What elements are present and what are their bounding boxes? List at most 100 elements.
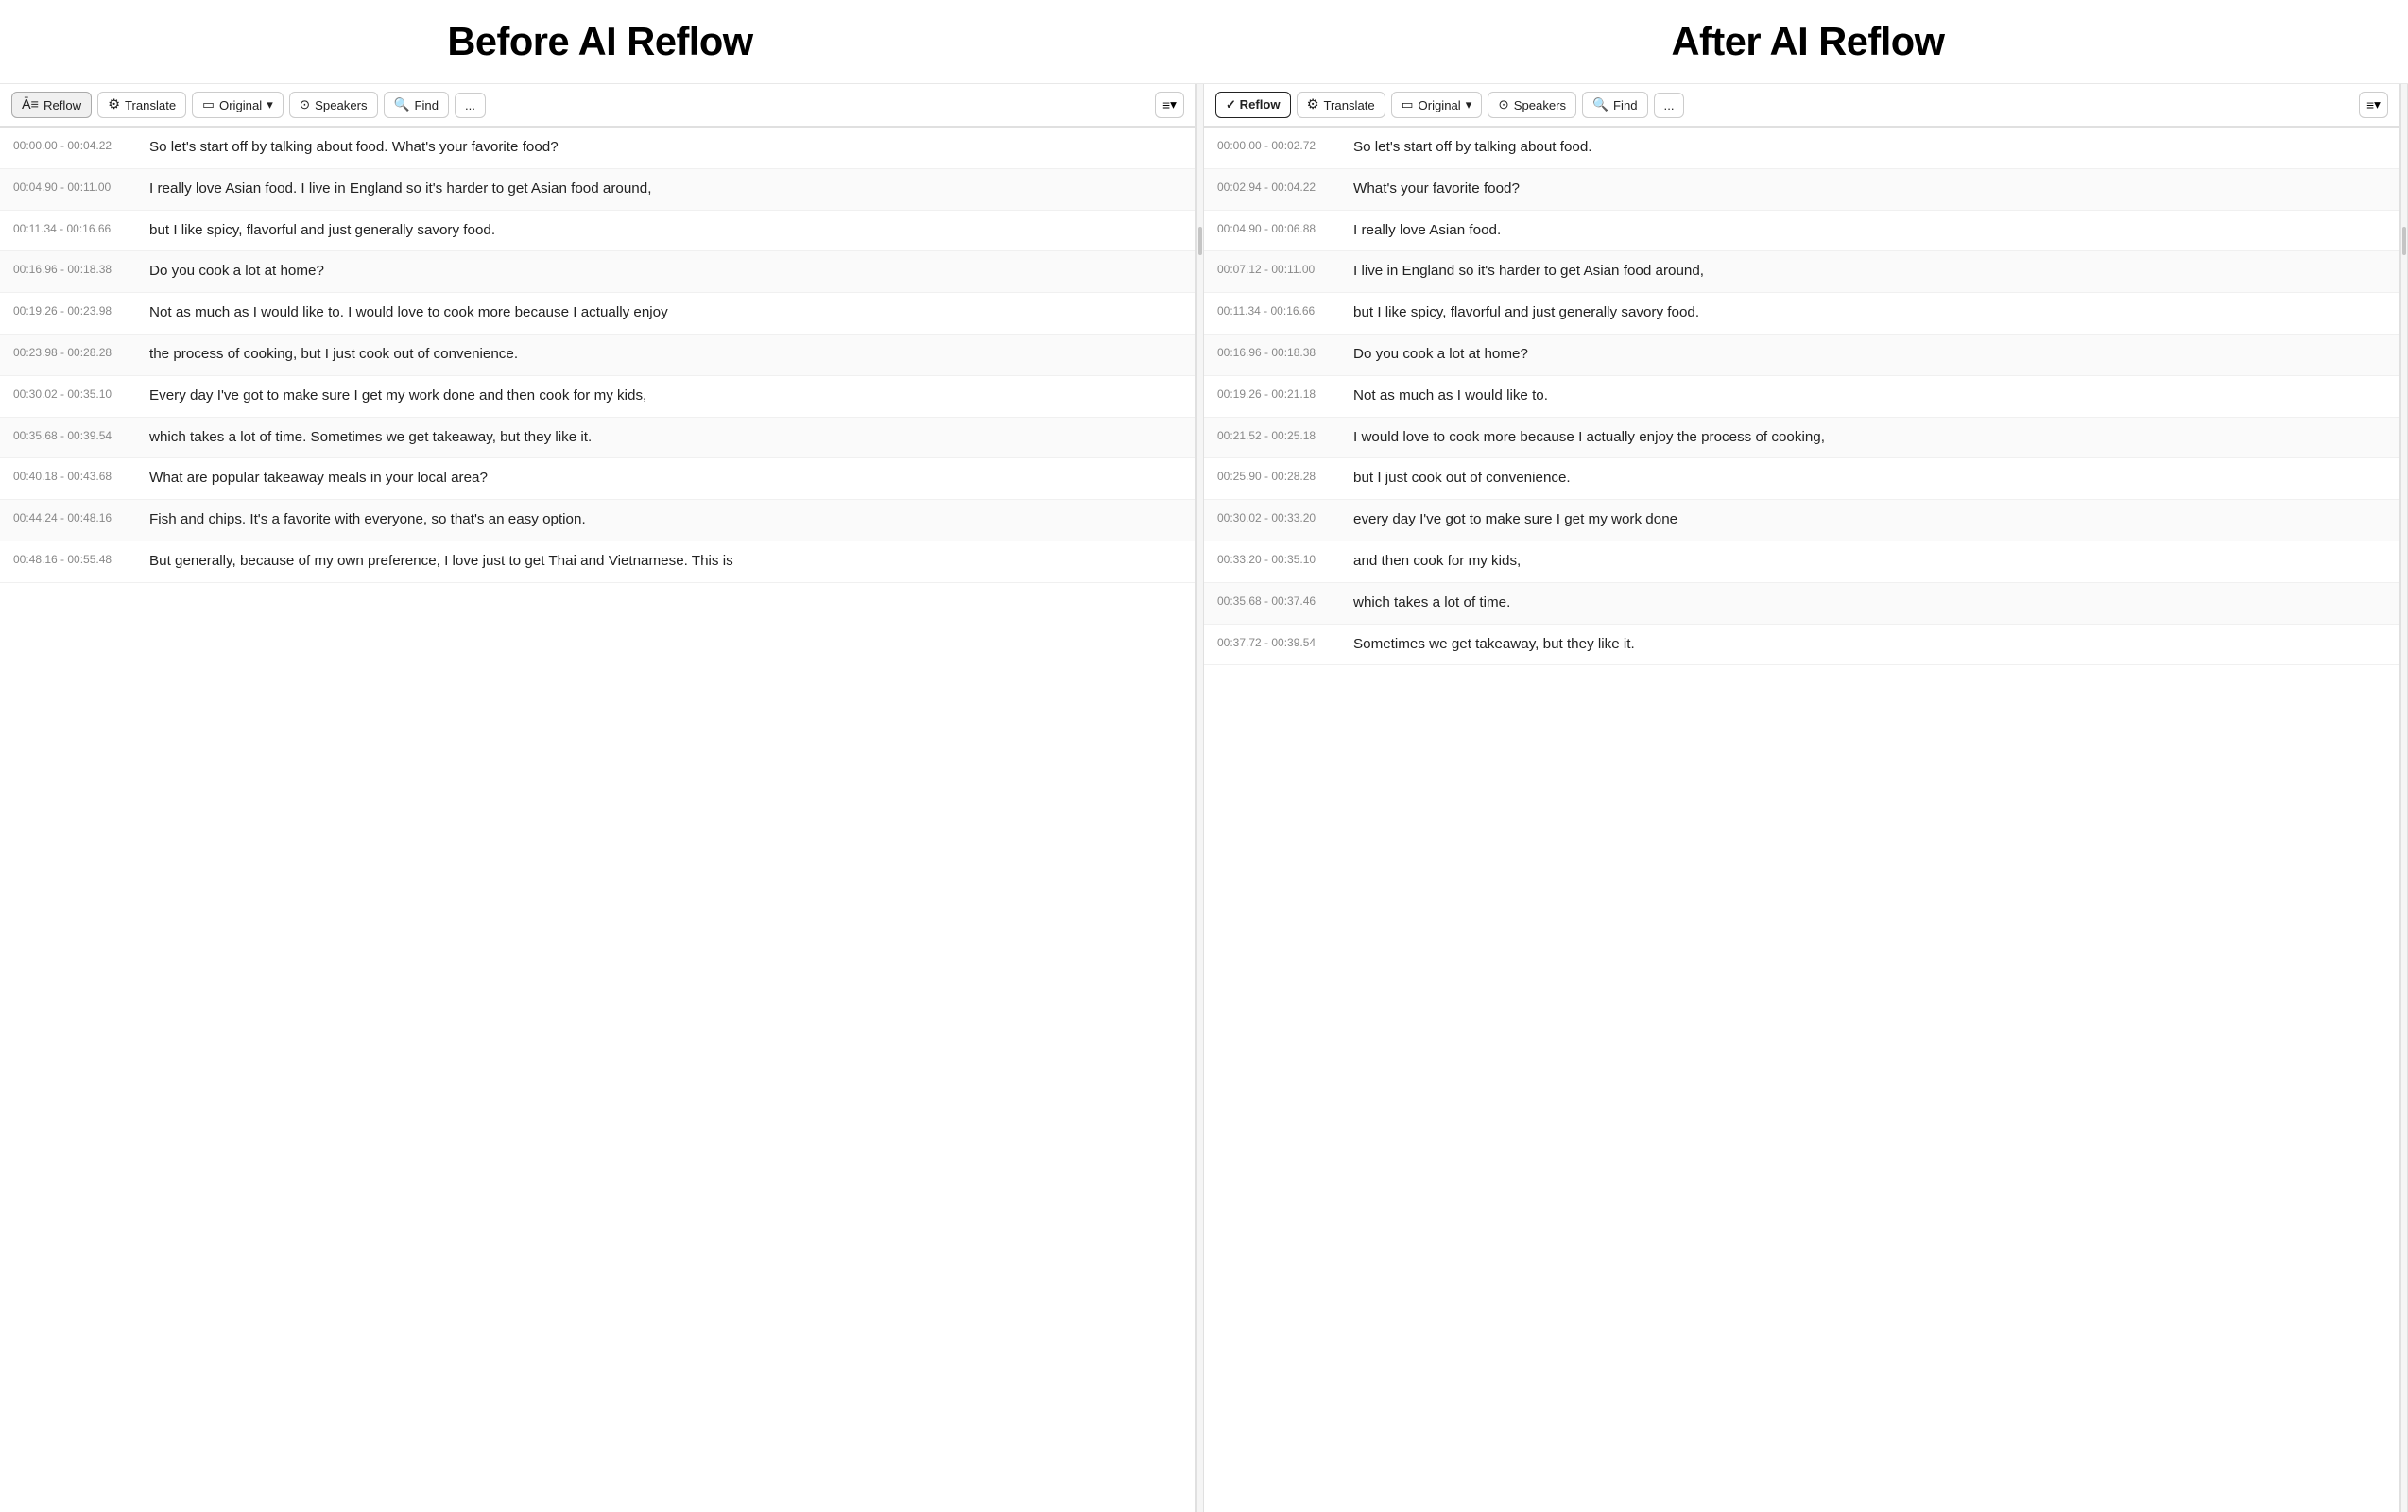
scrollbar-thumb: [1198, 227, 1202, 255]
before-scrollbar[interactable]: [1196, 84, 1204, 1512]
transcript-text: So let's start off by talking about food…: [149, 137, 559, 159]
translate-icon: ⚙: [108, 97, 120, 112]
before-original-button[interactable]: ▭ Original ▾: [192, 92, 284, 118]
transcript-text: But generally, because of my own prefere…: [149, 551, 733, 573]
after-original-button[interactable]: ▭ Original ▾: [1391, 92, 1483, 118]
after-transcript-area[interactable]: 00:00.00 - 00:02.72 So let's start off b…: [1204, 128, 2399, 1512]
timestamp: 00:19.26 - 00:23.98: [13, 302, 136, 318]
timestamp: 00:04.90 - 00:11.00: [13, 179, 136, 194]
transcript-text: but I like spicy, flavorful and just gen…: [149, 220, 495, 242]
timestamp: 00:40.18 - 00:43.68: [13, 468, 136, 483]
transcript-text: but I like spicy, flavorful and just gen…: [1353, 302, 1699, 324]
transcript-text: Sometimes we get takeaway, but they like…: [1353, 634, 1635, 656]
after-view-button[interactable]: ≡ ▾: [2359, 92, 2388, 118]
transcript-text: the process of cooking, but I just cook …: [149, 344, 518, 366]
before-column: Ā≡ Reflow ⚙ Translate ▭ Original ▾ ⊙ Spe…: [0, 84, 1196, 1512]
table-row: 00:11.34 - 00:16.66 but I like spicy, fl…: [0, 211, 1195, 252]
timestamp: 00:30.02 - 00:33.20: [1217, 509, 1340, 524]
before-toolbar: Ā≡ Reflow ⚙ Translate ▭ Original ▾ ⊙ Spe…: [0, 84, 1195, 128]
timestamp: 00:30.02 - 00:35.10: [13, 386, 136, 401]
timestamp: 00:00.00 - 00:04.22: [13, 137, 136, 152]
timestamp: 00:35.68 - 00:37.46: [1217, 593, 1340, 608]
table-row: 00:16.96 - 00:18.38 Do you cook a lot at…: [1204, 335, 2399, 376]
view-dropdown-icon: ▾: [1170, 97, 1177, 112]
table-row: 00:23.98 - 00:28.28 the process of cooki…: [0, 335, 1195, 376]
timestamp: 00:35.68 - 00:39.54: [13, 427, 136, 442]
transcript-text: I live in England so it's harder to get …: [1353, 261, 1704, 283]
table-row: 00:19.26 - 00:23.98 Not as much as I wou…: [0, 293, 1195, 335]
transcript-text: Do you cook a lot at home?: [1353, 344, 1528, 366]
timestamp: 00:37.72 - 00:39.54: [1217, 634, 1340, 649]
transcript-text: every day I've got to make sure I get my…: [1353, 509, 1677, 531]
transcript-text: So let's start off by talking about food…: [1353, 137, 1592, 159]
after-scrollbar[interactable]: [2400, 84, 2408, 1512]
before-more-button[interactable]: ...: [455, 93, 486, 118]
after-translate-button[interactable]: ⚙ Translate: [1297, 92, 1385, 118]
table-row: 00:25.90 - 00:28.28 but I just cook out …: [1204, 458, 2399, 500]
table-row: 00:07.12 - 00:11.00 I live in England so…: [1204, 251, 2399, 293]
timestamp: 00:04.90 - 00:06.88: [1217, 220, 1340, 235]
find-icon: 🔍: [394, 97, 410, 112]
timestamp: 00:21.52 - 00:25.18: [1217, 427, 1340, 442]
after-reflow-button[interactable]: ✓ Reflow: [1215, 92, 1291, 118]
transcript-text: Not as much as I would like to. I would …: [149, 302, 668, 324]
transcript-text: which takes a lot of time.: [1353, 593, 1510, 614]
transcript-text: What are popular takeaway meals in your …: [149, 468, 488, 490]
table-row: 00:30.02 - 00:35.10 Every day I've got t…: [0, 376, 1195, 418]
before-translate-button[interactable]: ⚙ Translate: [97, 92, 186, 118]
table-row: 00:33.20 - 00:35.10 and then cook for my…: [1204, 541, 2399, 583]
table-row: 00:02.94 - 00:04.22 What's your favorite…: [1204, 169, 2399, 211]
timestamp: 00:02.94 - 00:04.22: [1217, 179, 1340, 194]
after-speakers-icon: ⊙: [1498, 97, 1508, 112]
table-row: 00:16.96 - 00:18.38 Do you cook a lot at…: [0, 251, 1195, 293]
after-speakers-button[interactable]: ⊙ Speakers: [1488, 92, 1576, 118]
before-header: Before AI Reflow: [0, 19, 1200, 74]
transcript-text: and then cook for my kids,: [1353, 551, 1521, 573]
after-original-icon: ▭: [1402, 97, 1414, 112]
transcript-text: I really love Asian food. I live in Engl…: [149, 179, 651, 200]
table-row: 00:00.00 - 00:02.72 So let's start off b…: [1204, 128, 2399, 169]
table-row: 00:35.68 - 00:39.54 which takes a lot of…: [0, 418, 1195, 459]
before-reflow-button[interactable]: Ā≡ Reflow: [11, 92, 92, 118]
timestamp: 00:16.96 - 00:18.38: [1217, 344, 1340, 359]
transcript-text: Do you cook a lot at home?: [149, 261, 324, 283]
transcript-text: but I just cook out of convenience.: [1353, 468, 1571, 490]
before-speakers-button[interactable]: ⊙ Speakers: [289, 92, 378, 118]
table-row: 00:04.90 - 00:11.00 I really love Asian …: [0, 169, 1195, 211]
after-translate-icon: ⚙: [1307, 97, 1319, 112]
original-icon: ▭: [202, 97, 215, 112]
view-icon: ≡: [1162, 98, 1170, 112]
table-row: 00:37.72 - 00:39.54 Sometimes we get tak…: [1204, 625, 2399, 666]
dropdown-arrow-icon: ▾: [267, 97, 273, 112]
after-view-icon: ≡: [2366, 98, 2374, 112]
table-row: 00:30.02 - 00:33.20 every day I've got t…: [1204, 500, 2399, 541]
after-view-dropdown-icon: ▾: [2374, 97, 2381, 112]
after-find-icon: 🔍: [1592, 97, 1608, 112]
table-row: 00:44.24 - 00:48.16 Fish and chips. It's…: [0, 500, 1195, 541]
timestamp: 00:16.96 - 00:18.38: [13, 261, 136, 276]
table-row: 00:48.16 - 00:55.48 But generally, becau…: [0, 541, 1195, 583]
timestamp: 00:07.12 - 00:11.00: [1217, 261, 1340, 276]
before-find-button[interactable]: 🔍 Find: [384, 92, 449, 118]
after-scrollbar-thumb: [2402, 227, 2406, 255]
transcript-text: I really love Asian food.: [1353, 220, 1501, 242]
timestamp: 00:33.20 - 00:35.10: [1217, 551, 1340, 566]
table-row: 00:21.52 - 00:25.18 I would love to cook…: [1204, 418, 2399, 459]
after-find-button[interactable]: 🔍 Find: [1582, 92, 1647, 118]
timestamp: 00:48.16 - 00:55.48: [13, 551, 136, 566]
transcript-text: Fish and chips. It's a favorite with eve…: [149, 509, 586, 531]
table-row: 00:35.68 - 00:37.46 which takes a lot of…: [1204, 583, 2399, 625]
timestamp: 00:11.34 - 00:16.66: [13, 220, 136, 235]
after-header: After AI Reflow: [1208, 19, 2408, 74]
after-dropdown-arrow-icon: ▾: [1466, 97, 1472, 112]
table-row: 00:19.26 - 00:21.18 Not as much as I wou…: [1204, 376, 2399, 418]
after-toolbar: ✓ Reflow ⚙ Translate ▭ Original ▾ ⊙ Spea…: [1204, 84, 2399, 128]
table-row: 00:11.34 - 00:16.66 but I like spicy, fl…: [1204, 293, 2399, 335]
before-transcript-area[interactable]: 00:00.00 - 00:04.22 So let's start off b…: [0, 128, 1195, 1512]
before-view-button[interactable]: ≡ ▾: [1155, 92, 1184, 118]
after-more-button[interactable]: ...: [1654, 93, 1685, 118]
table-row: 00:40.18 - 00:43.68 What are popular tak…: [0, 458, 1195, 500]
timestamp: 00:11.34 - 00:16.66: [1217, 302, 1340, 318]
timestamp: 00:19.26 - 00:21.18: [1217, 386, 1340, 401]
timestamp: 00:23.98 - 00:28.28: [13, 344, 136, 359]
